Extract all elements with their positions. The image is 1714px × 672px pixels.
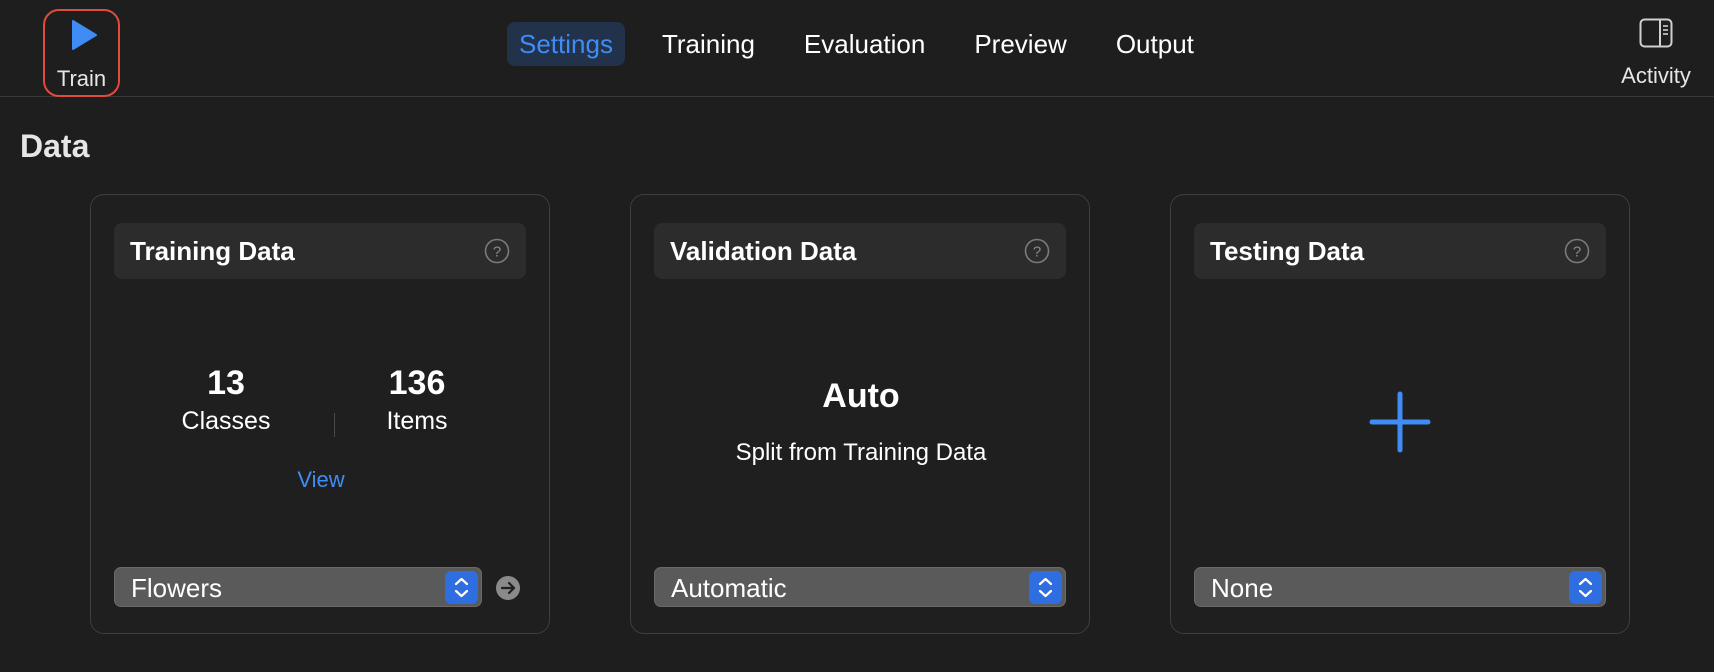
- svg-text:?: ?: [1033, 244, 1041, 261]
- plus-icon[interactable]: [1369, 391, 1431, 453]
- training-dataset-select[interactable]: Flowers: [114, 567, 482, 607]
- train-label: Train: [56, 66, 107, 91]
- classes-stat: 13 Classes: [156, 363, 296, 436]
- testing-data-header: Testing Data ?: [1194, 223, 1606, 279]
- activity-button[interactable]: Activity: [1616, 15, 1696, 90]
- svg-text:?: ?: [493, 244, 501, 261]
- items-count: 136: [388, 364, 446, 402]
- tab-preview[interactable]: Preview: [962, 22, 1078, 66]
- help-icon[interactable]: ?: [1024, 238, 1050, 264]
- validation-data-title: Validation Data: [670, 236, 857, 266]
- testing-select[interactable]: None: [1194, 567, 1606, 607]
- testing-data-title: Testing Data: [1210, 236, 1365, 266]
- validation-data-header: Validation Data ?: [654, 223, 1066, 279]
- toolbar: Train Settings Training Evaluation Previ…: [0, 0, 1714, 97]
- training-data-header: Training Data ?: [114, 223, 526, 279]
- testing-select-value: None: [1211, 573, 1274, 603]
- validation-mode-subtitle: Split from Training Data: [735, 439, 987, 466]
- training-data-title: Training Data: [130, 236, 295, 266]
- tab-training[interactable]: Training: [650, 22, 767, 66]
- items-label: Items: [386, 407, 448, 435]
- validation-data-card: Validation Data ? Auto Split from Traini…: [630, 194, 1090, 634]
- sidebar-icon: [1639, 18, 1673, 48]
- chevron-up-down-icon: [445, 571, 478, 604]
- tab-bar: Settings Training Evaluation Preview Out…: [507, 22, 1231, 66]
- section-title: Data: [20, 128, 90, 164]
- validation-select-value: Automatic: [671, 573, 787, 603]
- arrow-right-circle-icon[interactable]: [495, 575, 521, 601]
- validation-select[interactable]: Automatic: [654, 567, 1066, 607]
- tab-output[interactable]: Output: [1104, 22, 1206, 66]
- activity-label: Activity: [1621, 63, 1691, 88]
- validation-mode-title: Auto: [822, 377, 900, 415]
- testing-data-card: Testing Data ? None: [1170, 194, 1630, 634]
- help-icon[interactable]: ?: [484, 238, 510, 264]
- train-button[interactable]: Train: [43, 9, 120, 97]
- items-stat: 136 Items: [347, 363, 487, 436]
- play-icon: [72, 20, 97, 50]
- chevron-up-down-icon: [1029, 571, 1062, 604]
- tab-evaluation[interactable]: Evaluation: [792, 22, 937, 66]
- help-icon[interactable]: ?: [1564, 238, 1590, 264]
- classes-count: 13: [207, 364, 245, 402]
- stat-divider: [334, 413, 335, 437]
- chevron-up-down-icon: [1569, 571, 1602, 604]
- view-link[interactable]: View: [91, 467, 551, 493]
- training-dataset-value: Flowers: [131, 573, 223, 603]
- svg-text:?: ?: [1573, 244, 1581, 261]
- classes-label: Classes: [181, 407, 271, 435]
- training-data-card: Training Data ? 13 Classes 136 Items Vie…: [90, 194, 550, 634]
- tab-settings[interactable]: Settings: [507, 22, 625, 66]
